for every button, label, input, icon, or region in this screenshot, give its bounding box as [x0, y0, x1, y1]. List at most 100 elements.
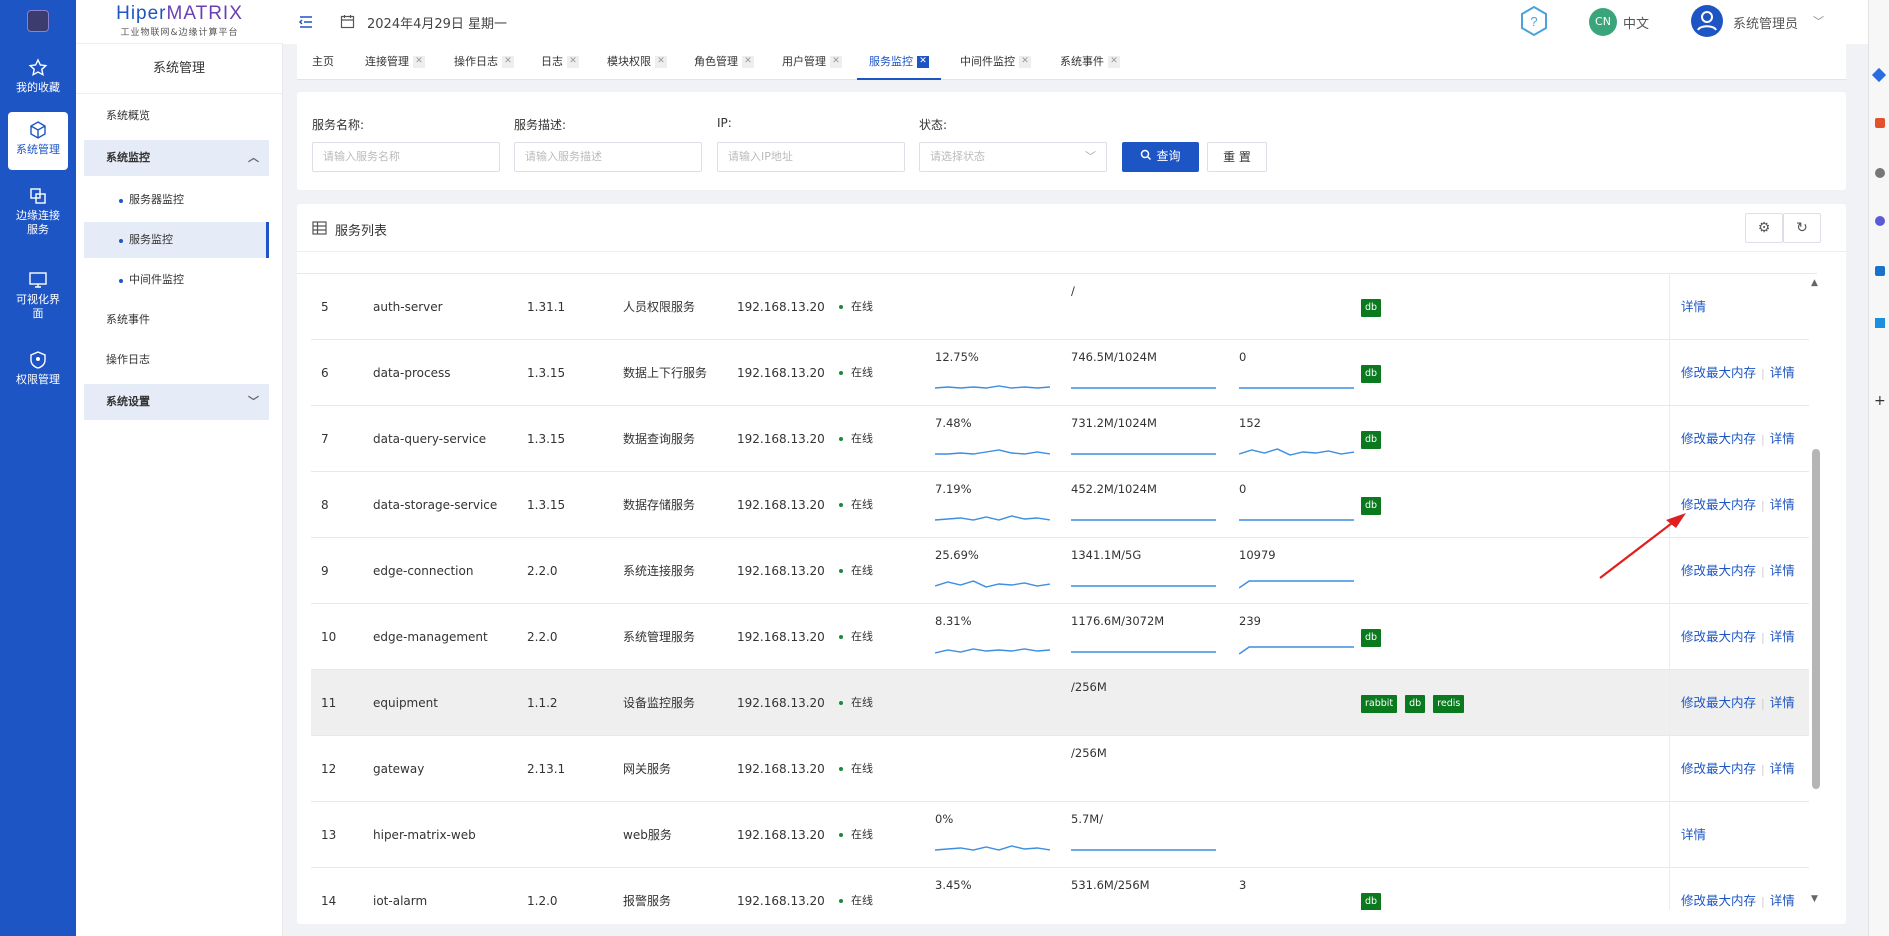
- rail-edge[interactable]: 边缘连接服务: [0, 186, 76, 237]
- scroll-up-icon[interactable]: ▲: [1811, 278, 1818, 288]
- detail-link[interactable]: 详情: [1770, 563, 1795, 578]
- modify-memory-link[interactable]: 修改最大内存: [1681, 761, 1756, 776]
- sidebar-item-monitor[interactable]: 系统监控 ︿: [84, 140, 269, 176]
- service-desc-input[interactable]: 请输入服务描述: [514, 142, 702, 172]
- row-index: 9: [321, 564, 329, 578]
- service-version: 1.3.15: [527, 366, 566, 380]
- lang-badge[interactable]: CN: [1589, 8, 1617, 36]
- sparkline: [1239, 646, 1354, 655]
- close-icon[interactable]: ✕: [655, 56, 667, 68]
- app-icon[interactable]: [1875, 118, 1885, 128]
- tab-connection[interactable]: 连接管理 ✕: [365, 44, 425, 80]
- service-name: data-storage-service: [373, 498, 498, 512]
- close-icon[interactable]: ✕: [830, 56, 842, 68]
- detail-link[interactable]: 详情: [1681, 827, 1706, 842]
- tab-log[interactable]: 日志 ✕: [541, 44, 579, 80]
- tab-module[interactable]: 模块权限 ✕: [607, 44, 667, 80]
- ip-input[interactable]: 请输入IP地址: [717, 142, 905, 172]
- app-icon[interactable]: [1875, 266, 1885, 276]
- sparkline: [1071, 453, 1216, 455]
- sidebar-item-service-monitor[interactable]: 服务监控: [84, 222, 269, 258]
- rail-system[interactable]: 系统管理: [8, 112, 68, 170]
- close-icon[interactable]: ✕: [502, 56, 514, 68]
- modify-memory-link[interactable]: 修改最大内存: [1681, 893, 1756, 908]
- app-icon[interactable]: [1871, 67, 1887, 83]
- modify-memory-link[interactable]: 修改最大内存: [1681, 563, 1756, 578]
- service-name-input[interactable]: 请输入服务名称: [312, 142, 500, 172]
- modify-memory-link[interactable]: 修改最大内存: [1681, 497, 1756, 512]
- modify-memory-link[interactable]: 修改最大内存: [1681, 365, 1756, 380]
- close-icon[interactable]: ✕: [917, 56, 929, 68]
- scrollbar[interactable]: ▲ ▼: [1809, 274, 1823, 910]
- app-icon[interactable]: [1875, 168, 1885, 178]
- status-select[interactable]: 请选择状态 ﹀: [919, 142, 1107, 172]
- detail-link[interactable]: 详情: [1770, 893, 1795, 908]
- tab-home[interactable]: 主页: [312, 44, 334, 80]
- row-actions: 修改最大内存 | 详情: [1681, 868, 1795, 910]
- close-icon[interactable]: ✕: [1108, 56, 1120, 68]
- help-icon[interactable]: ?: [1517, 4, 1551, 38]
- service-desc: web服务: [623, 828, 672, 842]
- close-icon[interactable]: ✕: [742, 56, 754, 68]
- user-name[interactable]: 系统管理员: [1733, 13, 1798, 32]
- detail-link[interactable]: 详情: [1770, 431, 1795, 446]
- sidebar-item-label: 系统设置: [106, 395, 150, 408]
- tab-user[interactable]: 用户管理 ✕: [782, 44, 842, 80]
- thread-value: 0: [1239, 350, 1247, 364]
- app-icon[interactable]: [1875, 216, 1885, 226]
- scroll-down-icon[interactable]: ▼: [1811, 894, 1818, 904]
- settings-button[interactable]: ⚙: [1745, 213, 1783, 243]
- status-online: 在线: [839, 736, 873, 802]
- service-ip: 192.168.13.20: [737, 300, 825, 314]
- tab-oplog[interactable]: 操作日志 ✕: [454, 44, 514, 80]
- detail-link[interactable]: 详情: [1681, 299, 1706, 314]
- sidebar-item-server-monitor[interactable]: 服务器监控: [84, 182, 269, 218]
- lang-label[interactable]: 中文: [1623, 13, 1649, 32]
- dependency-tag: db: [1361, 496, 1382, 515]
- sidebar-item-overview[interactable]: 系统概览: [84, 98, 269, 134]
- modify-memory-link[interactable]: 修改最大内存: [1681, 629, 1756, 644]
- column-divider: [1669, 868, 1670, 910]
- service-desc: 报警服务: [623, 894, 672, 908]
- detail-link[interactable]: 详情: [1770, 497, 1795, 512]
- divider: |: [1761, 499, 1765, 512]
- avatar[interactable]: [1691, 5, 1723, 37]
- tab-service-monitor[interactable]: 服务监控 ✕: [857, 44, 941, 80]
- rail-permission[interactable]: 权限管理: [0, 350, 76, 387]
- app-icon[interactable]: [1875, 318, 1885, 328]
- ip-label: IP:: [717, 116, 732, 130]
- menu-fold-icon[interactable]: [298, 14, 314, 30]
- close-icon[interactable]: ✕: [567, 56, 579, 68]
- rail-favorites[interactable]: 我的收藏: [0, 58, 76, 95]
- service-name: data-query-service: [373, 432, 487, 446]
- detail-link[interactable]: 详情: [1770, 695, 1795, 710]
- refresh-button[interactable]: ↻: [1783, 213, 1821, 243]
- reset-button[interactable]: 重 置: [1207, 142, 1267, 172]
- service-ip: 192.168.13.20: [737, 894, 825, 908]
- detail-link[interactable]: 详情: [1770, 365, 1795, 380]
- sidebar-item-settings[interactable]: 系统设置 ﹀: [84, 384, 269, 420]
- tab-middleware[interactable]: 中间件监控 ✕: [960, 44, 1031, 80]
- row-actions: 修改最大内存 | 详情: [1681, 538, 1795, 604]
- add-icon[interactable]: +: [1874, 393, 1886, 409]
- detail-link[interactable]: 详情: [1770, 761, 1795, 776]
- sidebar-item-middleware-monitor[interactable]: 中间件监控: [84, 262, 269, 298]
- rail-visual[interactable]: 可视化界面: [0, 270, 76, 321]
- tab-events[interactable]: 系统事件 ✕: [1060, 44, 1120, 80]
- chevron-down-icon[interactable]: ﹀: [1813, 13, 1824, 29]
- close-icon[interactable]: ✕: [413, 56, 425, 68]
- tab-role[interactable]: 角色管理 ✕: [694, 44, 754, 80]
- service-version: 2.13.1: [527, 762, 566, 776]
- close-icon[interactable]: ✕: [1019, 56, 1031, 68]
- sidebar-item-oplog[interactable]: 操作日志: [84, 342, 269, 378]
- detail-link[interactable]: 详情: [1770, 629, 1795, 644]
- query-button[interactable]: 查询: [1122, 142, 1199, 172]
- row-index: 6: [321, 366, 329, 380]
- scrollbar-thumb[interactable]: [1812, 449, 1820, 789]
- status-dot: [839, 767, 843, 771]
- sidebar-item-events[interactable]: 系统事件: [84, 302, 269, 338]
- row-index: 11: [321, 696, 337, 710]
- modify-memory-link[interactable]: 修改最大内存: [1681, 431, 1756, 446]
- divider: |: [1761, 433, 1765, 446]
- modify-memory-link[interactable]: 修改最大内存: [1681, 695, 1756, 710]
